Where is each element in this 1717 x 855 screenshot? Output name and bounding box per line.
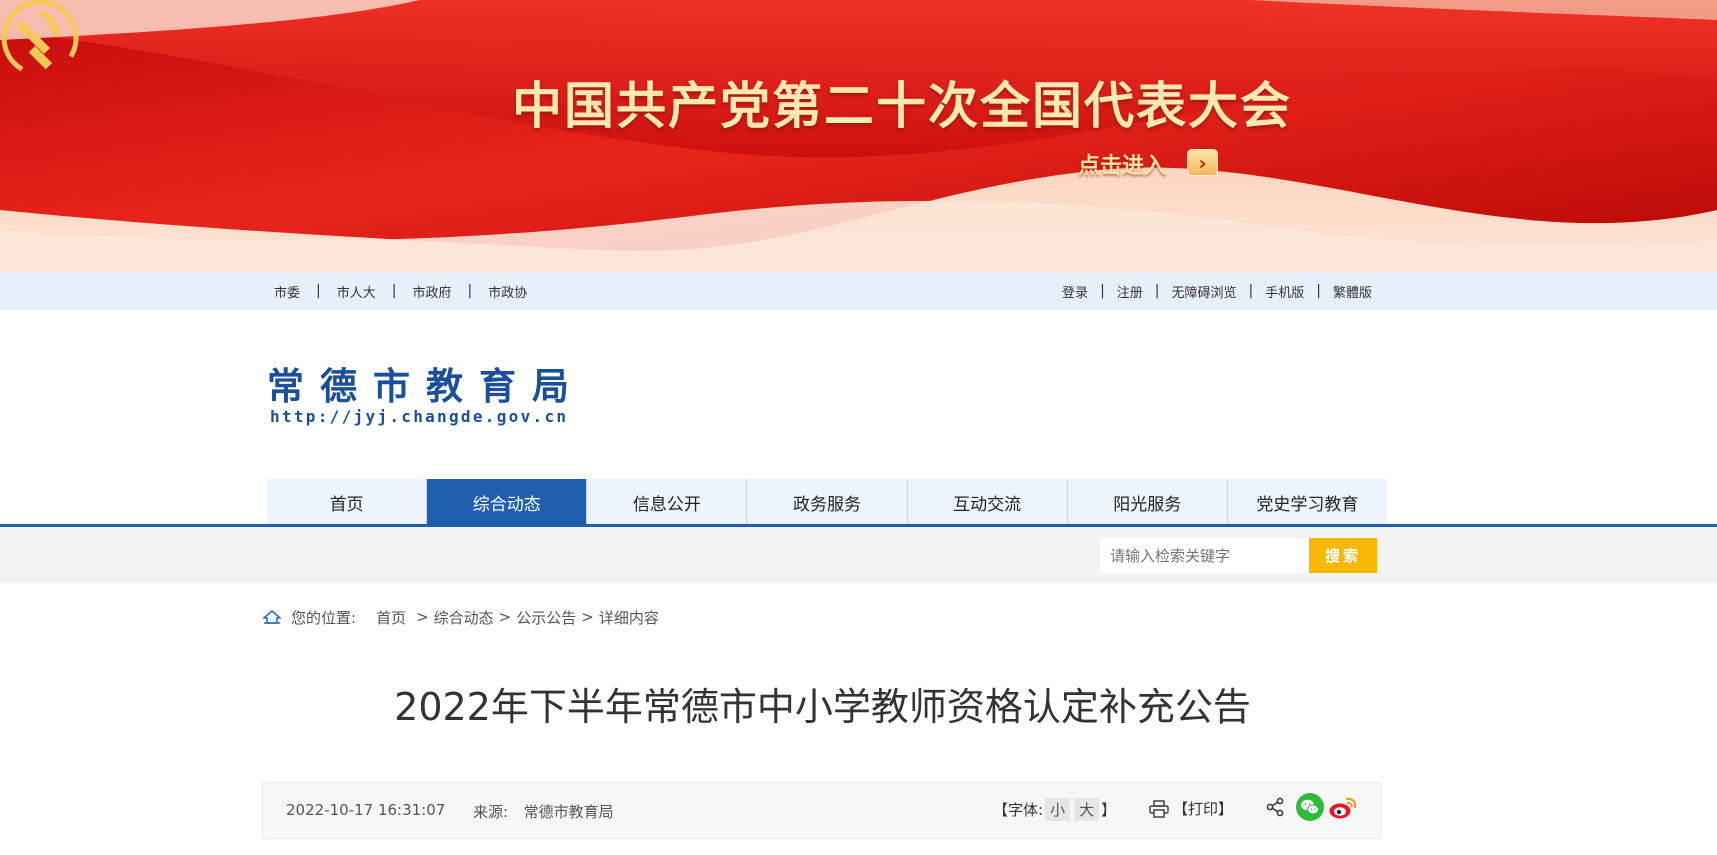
party-emblem-icon — [1, 0, 79, 76]
divider: | — [467, 283, 473, 299]
nav-item-party-history[interactable]: 党史学习教育 — [1228, 479, 1387, 525]
search-bar: 搜索 — [0, 527, 1717, 583]
breadcrumb-news[interactable]: 综合动态 — [434, 607, 494, 628]
article-meta-bar: 2022-10-17 16:31:07 来源: 常德市教育局 【字体: 小 大 … — [262, 782, 1382, 839]
traditional-chinese-link[interactable]: 繁體版 — [1333, 282, 1372, 301]
nav-item-news[interactable]: 综合动态 — [427, 479, 588, 525]
nav-item-home[interactable]: 首页 — [267, 479, 428, 525]
breadcrumb-announcements[interactable]: 公示公告 — [516, 607, 576, 628]
nav-item-sunshine-services[interactable]: 阳光服务 — [1068, 479, 1228, 525]
wechat-icon[interactable] — [1296, 793, 1324, 821]
article-title: 2022年下半年常德市中小学教师资格认定补充公告 — [394, 685, 1251, 729]
banner-title: 中国共产党第二十次全国代表大会 — [512, 77, 1292, 135]
login-link[interactable]: 登录 — [1062, 282, 1088, 301]
divider: | — [1100, 283, 1105, 299]
main-nav: 首页 综合动态 信息公开 政务服务 互动交流 阳光服务 党史学习教育 — [267, 479, 1387, 525]
nav-item-interaction[interactable]: 互动交流 — [908, 479, 1068, 525]
font-small-button[interactable]: 小 — [1045, 798, 1071, 821]
divider: | — [391, 283, 397, 299]
top-links-left: 市委 | 市人大 | 市政府 | 市政协 — [274, 272, 527, 310]
party-congress-banner[interactable]: 中国共产党第二十次全国代表大会 点击进入 › — [0, 0, 1717, 272]
location-home-icon — [263, 610, 281, 624]
enter-link[interactable]: 点击进入 — [1078, 148, 1166, 180]
top-link-shiwei[interactable]: 市委 — [274, 282, 300, 301]
print-button[interactable]: 【打印】 — [1149, 798, 1233, 819]
publish-date: 2022-10-17 16:31:07 — [286, 801, 446, 819]
breadcrumb-details[interactable]: 详细内容 — [599, 607, 659, 628]
breadcrumb-separator: > — [581, 608, 594, 626]
nav-item-info-disclosure[interactable]: 信息公开 — [587, 479, 748, 525]
divider: | — [1316, 283, 1321, 299]
divider: | — [316, 283, 321, 299]
register-link[interactable]: 注册 — [1117, 282, 1143, 301]
breadcrumb-separator: > — [498, 608, 512, 626]
print-label: 【打印】 — [1173, 800, 1234, 818]
breadcrumb-separator: > — [416, 608, 429, 626]
font-size-label: 【字体: — [993, 801, 1044, 819]
source-label: 来源: — [473, 803, 509, 821]
accessibility-link[interactable]: 无障碍浏览 — [1172, 282, 1237, 301]
source-value: 常德市教育局 — [523, 803, 614, 821]
site-logo-name[interactable]: 常德市教育局 — [267, 356, 585, 410]
search-button[interactable]: 搜索 — [1309, 538, 1377, 573]
breadcrumb-home[interactable]: 首页 — [376, 607, 406, 628]
breadcrumb: 您的位置: 首页 > 综合动态 > 公示公告 > 详细内容 — [263, 606, 659, 628]
article-source: 来源: 常德市教育局 — [473, 801, 614, 822]
mobile-version-link[interactable]: 手机版 — [1265, 282, 1304, 301]
top-link-shizhengxie[interactable]: 市政协 — [488, 282, 527, 301]
share-icon[interactable] — [1265, 797, 1285, 817]
nav-item-gov-services[interactable]: 政务服务 — [747, 479, 908, 525]
breadcrumb-prefix: 您的位置: — [291, 608, 357, 627]
divider: | — [1248, 283, 1254, 299]
weibo-icon[interactable] — [1328, 794, 1358, 822]
top-link-shizhengfu[interactable]: 市政府 — [412, 282, 451, 301]
top-link-shirenda[interactable]: 市人大 — [337, 282, 376, 301]
top-links-bar: 市委 | 市人大 | 市政府 | 市政协 登录 | 注册 | 无障碍浏览 | 手… — [0, 272, 1717, 310]
chevron-right-icon[interactable]: › — [1187, 149, 1218, 176]
top-links-right: 登录 | 注册 | 无障碍浏览 | 手机版 | 繁體版 — [1062, 272, 1372, 310]
font-size-label-close: 】 — [1101, 801, 1117, 819]
divider: | — [1154, 283, 1160, 299]
font-large-button[interactable]: 大 — [1074, 798, 1100, 821]
printer-icon — [1149, 799, 1169, 818]
search-input[interactable] — [1100, 538, 1310, 573]
site-logo-url: http://jyj.changde.gov.cn — [270, 407, 569, 426]
font-size-control: 【字体: 小 大 】 — [993, 798, 1116, 821]
